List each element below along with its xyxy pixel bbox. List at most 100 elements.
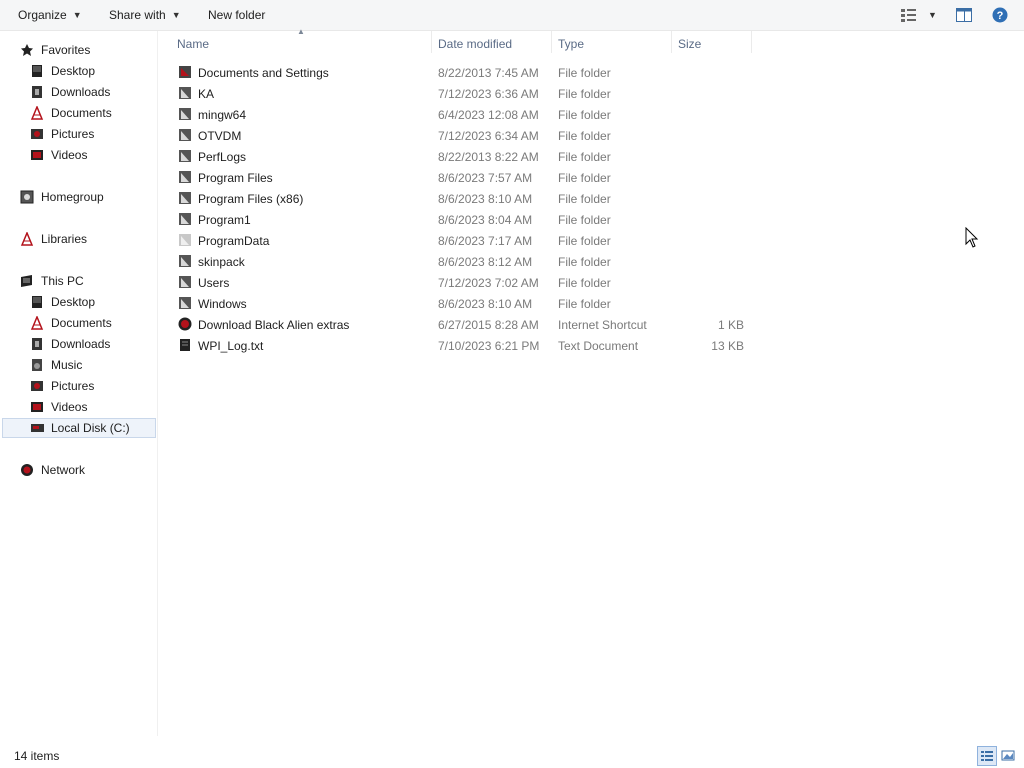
file-date: 8/6/2023 8:12 AM [438,255,533,269]
status-item-count: 14 items [14,749,60,763]
nav-favorites[interactable]: Favorites [20,40,90,60]
file-type: Text Document [558,339,639,353]
nav-pc-music[interactable]: Music [30,355,82,375]
chevron-down-icon: ▼ [928,10,937,20]
computer-icon [21,275,32,287]
change-view-button[interactable]: ▼ [900,0,937,30]
nav-label: Documents [51,316,112,330]
file-row[interactable]: Users 7/12/2023 7:02 AM File folder [178,272,748,293]
nav-homegroup[interactable]: Homegroup [20,187,104,207]
nav-pc-local-disk[interactable]: Local Disk (C:) [30,418,130,438]
nav-this-pc[interactable]: This PC [20,271,84,291]
nav-pc-downloads[interactable]: Downloads [30,334,110,354]
folder-icon [179,297,191,309]
file-type: File folder [558,276,611,290]
file-name: KA [198,87,215,101]
file-row[interactable]: ProgramData 8/6/2023 7:17 AM File folder [178,230,748,251]
preview-pane-icon [956,7,972,22]
file-name: WPI_Log.txt [198,339,264,353]
column-header-date[interactable]: Date modified [438,37,512,51]
network-icon [21,464,33,476]
sort-ascending-icon: ▲ [297,27,305,36]
file-type: File folder [558,192,611,206]
desktop-icon [32,296,42,308]
folder-icon [179,129,191,141]
folder-icon [179,192,191,204]
organize-label: Organize [18,8,67,22]
nav-label: Videos [51,400,88,414]
column-divider[interactable] [551,31,552,53]
file-row[interactable]: OTVDM 7/12/2023 6:34 AM File folder [178,125,748,146]
nav-favorites-videos[interactable]: Videos [30,145,87,165]
file-name: ProgramData [198,234,270,248]
file-name: skinpack [198,255,245,269]
desktop-icon [32,65,42,77]
downloads-icon [32,338,42,350]
documents-icon [30,106,44,120]
file-type: Internet Shortcut [558,318,647,332]
file-row[interactable]: Program1 8/6/2023 8:04 AM File folder [178,209,748,230]
file-name: Users [198,276,230,290]
folder-shortcut-icon [179,66,191,78]
new-folder-label: New folder [208,8,266,22]
downloads-icon [32,86,42,98]
column-divider[interactable] [431,31,432,53]
nav-pc-videos[interactable]: Videos [30,397,87,417]
nav-label: Videos [51,148,88,162]
large-icons-view-icon [1001,750,1015,761]
new-folder-button[interactable]: New folder [208,0,265,30]
nav-label: Desktop [51,64,96,78]
nav-label: Pictures [51,379,95,393]
file-type: File folder [558,234,611,248]
organize-button[interactable]: Organize ▼ [18,0,82,30]
nav-label: Desktop [51,295,96,309]
file-date: 7/12/2023 6:36 AM [438,87,539,101]
file-row[interactable]: Download Black Alien extras 6/27/2015 8:… [178,314,748,335]
file-row[interactable]: WPI_Log.txt 7/10/2023 6:21 PM Text Docum… [178,335,748,356]
column-divider[interactable] [751,31,752,53]
file-row[interactable]: Program Files 8/6/2023 7:57 AM File fold… [178,167,748,188]
file-date: 8/6/2023 8:10 AM [438,192,533,206]
text-document-icon [180,339,190,351]
file-name: PerfLogs [198,150,247,164]
file-type: File folder [558,129,611,143]
column-header-name[interactable]: Name [177,37,209,51]
nav-network[interactable]: Network [20,460,85,480]
large-icons-view-button[interactable] [999,746,1019,766]
nav-libraries[interactable]: Libraries [20,229,87,249]
folder-icon [179,276,191,288]
help-button[interactable]: ? [992,0,1008,30]
nav-pc-pictures[interactable]: Pictures [30,376,94,396]
homegroup-icon [20,190,34,204]
nav-favorites-pictures[interactable]: Pictures [30,124,94,144]
nav-pc-documents[interactable]: Documents [30,313,112,333]
column-header-type[interactable]: Type [558,37,584,51]
file-row[interactable]: Documents and Settings 8/22/2013 7:45 AM… [178,62,748,83]
nav-pc-desktop[interactable]: Desktop [30,292,95,312]
share-with-button[interactable]: Share with ▼ [109,0,181,30]
file-row[interactable]: PerfLogs 8/22/2013 8:22 AM File folder [178,146,748,167]
file-size: 1 KB [717,318,744,332]
nav-favorites-downloads[interactable]: Downloads [30,82,110,102]
folder-icon [179,108,191,120]
file-date: 7/12/2023 6:34 AM [438,129,539,143]
pictures-icon [31,381,43,391]
file-row[interactable]: mingw64 6/4/2023 12:08 AM File folder [178,104,748,125]
file-type: File folder [558,66,611,80]
column-header-size[interactable]: Size [678,37,701,51]
folder-icon [179,255,191,267]
file-row[interactable]: skinpack 8/6/2023 8:12 AM File folder [178,251,748,272]
file-row[interactable]: Program Files (x86) 8/6/2023 8:10 AM Fil… [178,188,748,209]
file-row[interactable]: Windows 8/6/2023 8:10 AM File folder [178,293,748,314]
file-row[interactable]: KA 7/12/2023 6:36 AM File folder [178,83,748,104]
preview-pane-button[interactable] [956,0,973,30]
file-date: 6/4/2023 12:08 AM [438,108,539,122]
details-view-button[interactable] [977,746,997,766]
file-type: File folder [558,213,611,227]
nav-favorites-desktop[interactable]: Desktop [30,61,95,81]
nav-label: Downloads [51,85,111,99]
column-divider[interactable] [671,31,672,53]
file-date: 7/10/2023 6:21 PM [438,339,540,353]
nav-label: Homegroup [41,190,104,204]
nav-favorites-documents[interactable]: Documents [30,103,112,123]
